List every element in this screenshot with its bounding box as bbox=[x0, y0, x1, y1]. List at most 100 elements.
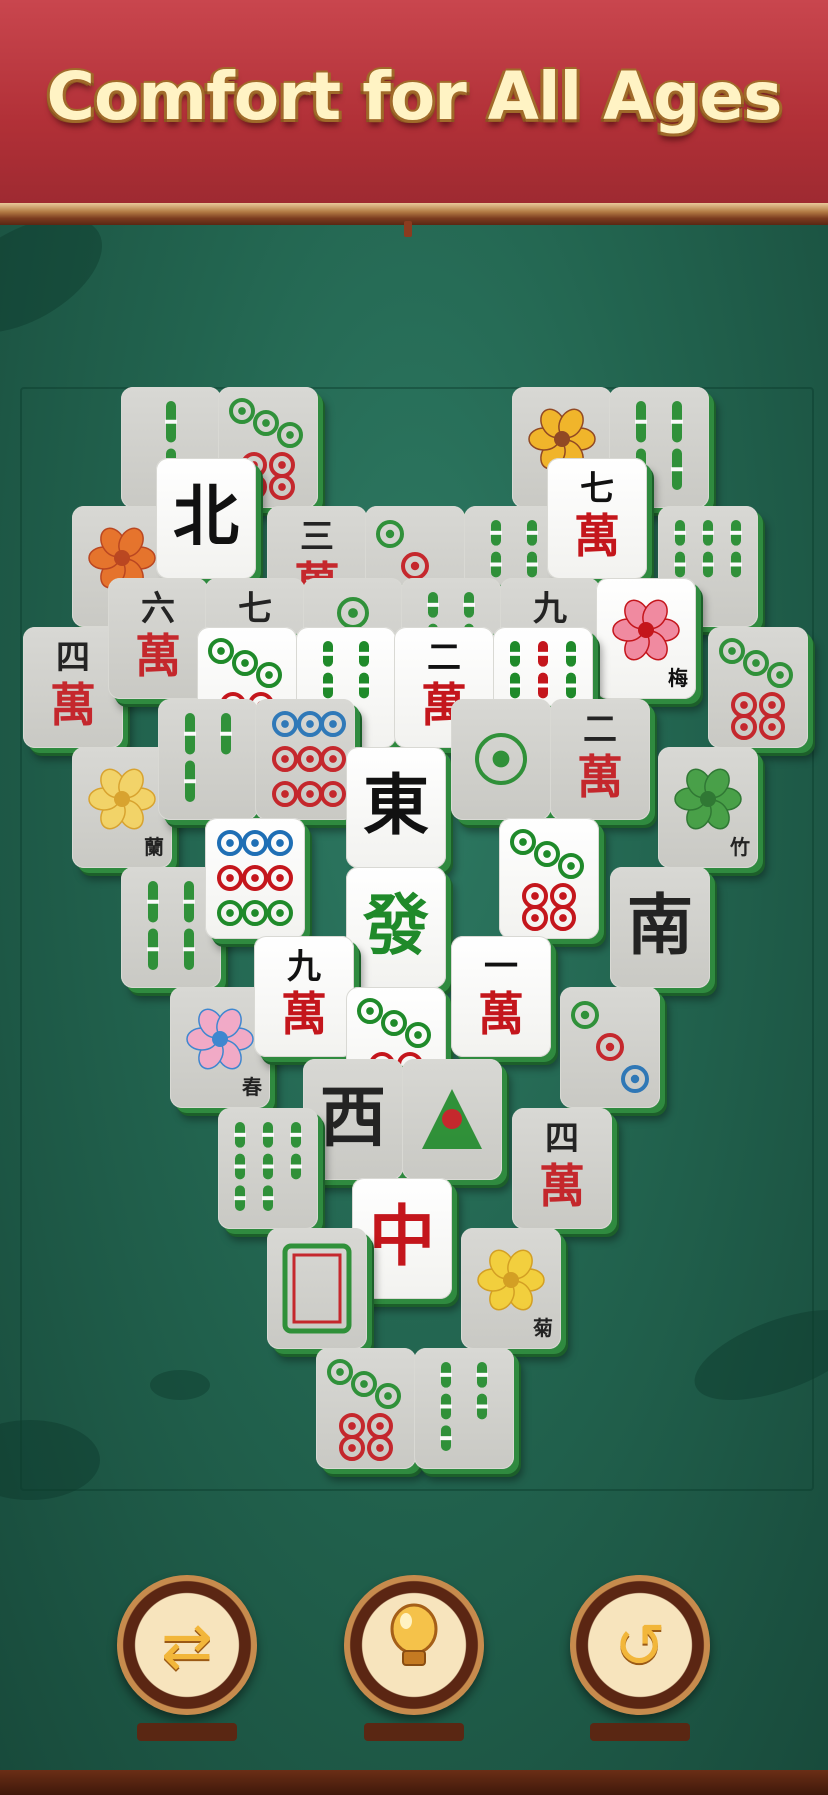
mahjong-tile-char[interactable]: 西 bbox=[303, 1059, 403, 1180]
tile-wan-glyph: 萬 bbox=[577, 750, 623, 804]
tile-number-glyph: 七 bbox=[580, 469, 614, 509]
tile-face: 梅 bbox=[596, 578, 696, 699]
tile-face bbox=[451, 699, 551, 820]
mahjong-tile-bamboo[interactable] bbox=[218, 1108, 318, 1229]
tile-face: 七萬 bbox=[547, 458, 647, 579]
mahjong-tile-dots[interactable] bbox=[560, 987, 660, 1108]
tile-face: 發 bbox=[346, 867, 446, 988]
tile-wan-glyph: 萬 bbox=[135, 629, 181, 683]
mahjong-tile-wan[interactable]: 七萬 bbox=[547, 458, 647, 579]
tile-art bbox=[217, 830, 293, 926]
undo-icon: ↺ bbox=[614, 1608, 666, 1682]
mahjong-tile-dots[interactable] bbox=[205, 818, 305, 939]
tile-honor-glyph: 中 bbox=[369, 1198, 435, 1275]
control-bar: ⇄ ↺ bbox=[0, 1575, 828, 1795]
tile-art bbox=[422, 1089, 482, 1149]
tile-number-glyph: 二 bbox=[427, 638, 461, 678]
tile-art bbox=[719, 638, 793, 740]
tile-face bbox=[402, 1059, 502, 1180]
tile-face: 東 bbox=[346, 747, 446, 868]
tile-art bbox=[184, 713, 232, 802]
tile-art bbox=[510, 829, 584, 931]
mahjong-tile-char[interactable]: 南 bbox=[610, 867, 710, 988]
mahjong-tile-dots[interactable] bbox=[708, 627, 808, 748]
tile-number-glyph: 七 bbox=[238, 589, 272, 629]
tile-number-glyph: 二 bbox=[583, 710, 617, 750]
button-stand bbox=[137, 1723, 237, 1741]
mahjong-tile-bird[interactable] bbox=[402, 1059, 502, 1180]
tile-face: 西 bbox=[303, 1059, 403, 1180]
mahjong-board: 北三萬七萬四萬六萬七萬九萬梅二萬蘭東二萬竹發南春九萬一萬西四萬中菊 bbox=[0, 0, 828, 1795]
tile-art bbox=[571, 1001, 649, 1093]
flower-label: 梅 bbox=[668, 666, 688, 690]
mahjong-tile-flower[interactable]: 竹 bbox=[658, 747, 758, 868]
tile-number-glyph: 九 bbox=[287, 947, 321, 987]
mahjong-tile-dots[interactable] bbox=[451, 699, 551, 820]
tile-honor-glyph: 東 bbox=[363, 767, 429, 844]
tile-face: 二萬 bbox=[550, 699, 650, 820]
mahjong-tile-char[interactable]: 東 bbox=[346, 747, 446, 868]
mahjong-tile-char[interactable]: 中 bbox=[352, 1178, 452, 1299]
mahjong-tile-dots[interactable] bbox=[255, 699, 355, 820]
tile-art bbox=[272, 711, 346, 807]
tile-wan-glyph: 萬 bbox=[478, 987, 524, 1041]
tile-face bbox=[158, 699, 258, 820]
tile-face bbox=[205, 818, 305, 939]
floor-strip bbox=[0, 1770, 828, 1795]
mahjong-tile-char[interactable]: 北 bbox=[156, 458, 256, 579]
tile-face bbox=[414, 1348, 514, 1469]
tile-face: 南 bbox=[610, 867, 710, 988]
flower-label: 春 bbox=[242, 1075, 262, 1099]
tile-face: 九萬 bbox=[254, 936, 354, 1057]
tile-art bbox=[327, 1359, 401, 1461]
tile-number-glyph: 九 bbox=[533, 589, 567, 629]
mahjong-tile-wan[interactable]: 一萬 bbox=[451, 936, 551, 1057]
mahjong-tile-bamboo[interactable] bbox=[158, 699, 258, 820]
tile-face bbox=[267, 1228, 367, 1349]
hint-button[interactable] bbox=[344, 1575, 484, 1741]
flower-label: 菊 bbox=[533, 1316, 553, 1340]
mahjong-tile-flower[interactable]: 菊 bbox=[461, 1228, 561, 1349]
tile-art bbox=[440, 1362, 488, 1451]
mahjong-tile-flower[interactable]: 蘭 bbox=[72, 747, 172, 868]
tile-face bbox=[560, 987, 660, 1108]
tile-face bbox=[499, 818, 599, 939]
flower-label: 竹 bbox=[730, 835, 750, 859]
tile-honor-glyph: 西 bbox=[320, 1079, 386, 1156]
mahjong-tile-wan[interactable]: 九萬 bbox=[254, 936, 354, 1057]
tile-face: 六萬 bbox=[108, 578, 208, 699]
tile-face bbox=[708, 627, 808, 748]
tile-face: 蘭 bbox=[72, 747, 172, 868]
tile-face bbox=[316, 1348, 416, 1469]
mahjong-tile-dots[interactable] bbox=[499, 818, 599, 939]
undo-button[interactable]: ↺ bbox=[570, 1575, 710, 1741]
tile-honor-glyph: 發 bbox=[363, 887, 429, 964]
tile-wan-glyph: 萬 bbox=[539, 1159, 585, 1213]
tile-face: 中 bbox=[352, 1178, 452, 1299]
lightbulb-icon bbox=[384, 1603, 444, 1688]
tile-art bbox=[282, 1243, 352, 1334]
tile-number-glyph: 三 bbox=[300, 517, 334, 557]
tile-honor-glyph: 北 bbox=[173, 478, 239, 555]
button-stand bbox=[590, 1723, 690, 1741]
tile-number-glyph: 一 bbox=[484, 947, 518, 987]
tile-art bbox=[475, 733, 527, 785]
mahjong-tile-bamboo[interactable] bbox=[414, 1348, 514, 1469]
tile-face: 菊 bbox=[461, 1228, 561, 1349]
shuffle-button[interactable]: ⇄ bbox=[117, 1575, 257, 1741]
mahjong-tile-wan[interactable]: 四萬 bbox=[512, 1108, 612, 1229]
mahjong-tile-flower[interactable]: 梅 bbox=[596, 578, 696, 699]
mahjong-tile-wan[interactable]: 二萬 bbox=[550, 699, 650, 820]
mahjong-tile-char[interactable]: 發 bbox=[346, 867, 446, 988]
mahjong-tile-dots[interactable] bbox=[316, 1348, 416, 1469]
flower-label: 蘭 bbox=[144, 835, 164, 859]
tile-face: 一萬 bbox=[451, 936, 551, 1057]
tile-face: 竹 bbox=[658, 747, 758, 868]
tile-face: 北 bbox=[156, 458, 256, 579]
mahjong-tile-white[interactable] bbox=[267, 1228, 367, 1349]
button-stand bbox=[364, 1723, 464, 1741]
tile-face: 四萬 bbox=[512, 1108, 612, 1229]
mahjong-tile-wan[interactable]: 六萬 bbox=[108, 578, 208, 699]
tile-wan-glyph: 萬 bbox=[281, 987, 327, 1041]
tile-art bbox=[234, 1122, 302, 1211]
